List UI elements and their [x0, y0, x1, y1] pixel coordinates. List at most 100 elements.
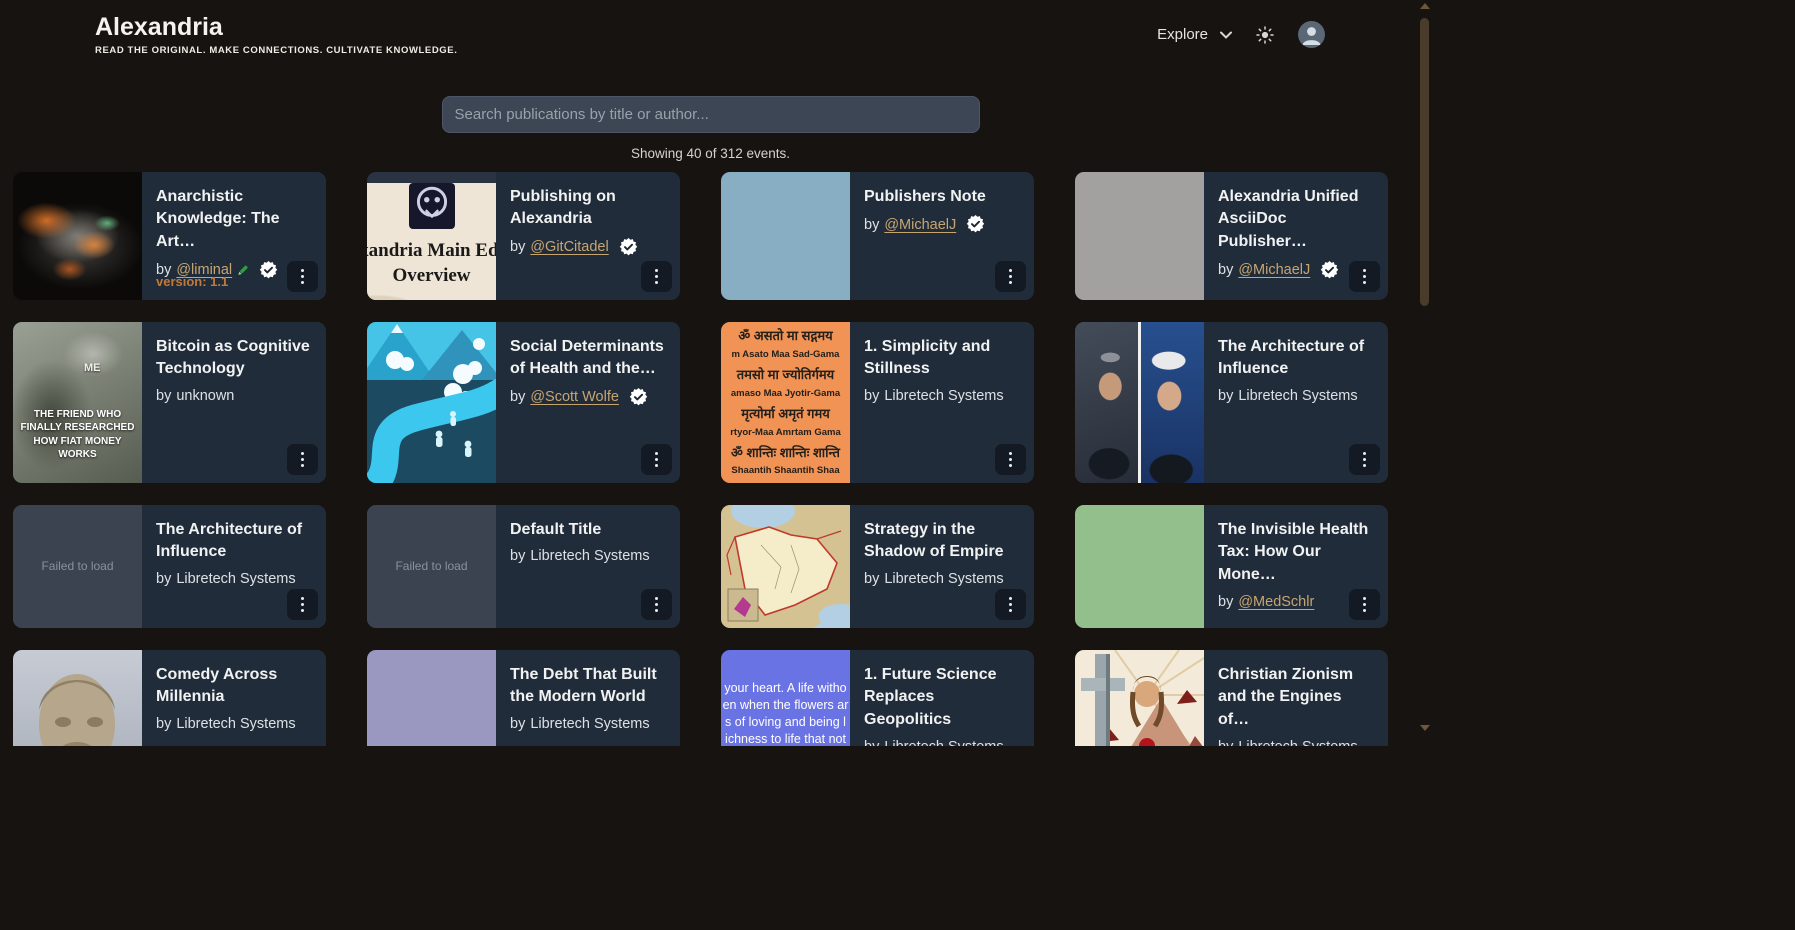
quote-line: en when the flowers ar: [721, 697, 850, 714]
menu-dot: [655, 597, 658, 600]
card-menu-button[interactable]: [287, 444, 318, 475]
publication-card-13[interactable]: Comedy Across Millennia by Libretech Sys…: [13, 650, 326, 747]
author-link[interactable]: @MichaelJ: [1238, 262, 1310, 278]
quote-line: s of loving and being l: [721, 714, 850, 731]
person-icon: [1298, 21, 1325, 48]
user-avatar[interactable]: [1298, 21, 1325, 48]
publication-thumbnail: xandria Main EdiOverview: [367, 172, 496, 300]
thumbnail-failed-placeholder: Failed to load: [13, 505, 142, 628]
publication-thumbnail: [1075, 172, 1204, 300]
publication-card-10[interactable]: Failed to load Default Title by Libretec…: [367, 505, 680, 628]
publication-title: Comedy Across Millennia: [156, 664, 312, 709]
verified-badge-icon: [966, 215, 985, 234]
publication-thumbnail: [367, 322, 496, 483]
publication-card-12[interactable]: The Invisible Health Tax: How Our Mone… …: [1075, 505, 1388, 628]
publication-title: Alexandria Unified AsciiDoc Publisher…: [1218, 186, 1374, 254]
road-illustration: [367, 322, 496, 483]
menu-dot: [301, 609, 304, 612]
results-count-text: Showing 40 of 312 events.: [0, 146, 1421, 161]
publication-card-4[interactable]: Alexandria Unified AsciiDoc Publisher… b…: [1075, 172, 1388, 300]
publication-card-body: Default Title by Libretech Systems: [496, 505, 680, 628]
author-link[interactable]: @GitCitadel: [530, 239, 608, 255]
card-menu-button[interactable]: [641, 444, 672, 475]
verified-badge-icon: [619, 238, 638, 257]
author-link[interactable]: @MichaelJ: [884, 217, 956, 233]
menu-dot: [1363, 275, 1366, 278]
menu-dot: [1363, 458, 1366, 461]
card-menu-button[interactable]: [1349, 444, 1380, 475]
mantra-line: rtyor-Maa Amrtam Gama: [721, 422, 850, 441]
mantra-line: m Asato Maa Sad-Gama: [721, 345, 850, 364]
publication-title: The Architecture of Influence: [156, 519, 312, 564]
publication-thumbnail: [367, 650, 496, 747]
scrollbar-thumb[interactable]: [1420, 18, 1429, 306]
publication-card-8[interactable]: The Architecture of Influence by Librete…: [1075, 322, 1388, 483]
publication-card-1[interactable]: Anarchistic Knowledge: The Art… by @limi…: [13, 172, 326, 300]
solid-color-thumbnail: [1075, 505, 1204, 628]
publication-thumbnail: [1075, 505, 1204, 628]
app-title: Alexandria: [95, 14, 457, 42]
author-text: Libretech Systems: [176, 571, 295, 587]
scrollbar-down-arrow-icon[interactable]: [1420, 725, 1430, 731]
meme-top-label: ME: [84, 362, 101, 374]
publication-title: The Invisible Health Tax: How Our Mone…: [1218, 519, 1374, 587]
card-menu-button[interactable]: [641, 261, 672, 292]
menu-dot: [1363, 464, 1366, 467]
menu-dot: [301, 458, 304, 461]
card-menu-button[interactable]: [287, 261, 318, 292]
menu-dot: [1363, 281, 1366, 284]
card-menu-button[interactable]: [1349, 589, 1380, 620]
publication-card-14[interactable]: The Debt That Built the Modern World by …: [367, 650, 680, 747]
mantra-line: मृत्योर्मा अमृतं गमय: [721, 403, 850, 422]
author-link[interactable]: @Scott Wolfe: [530, 389, 619, 405]
card-menu-button[interactable]: [641, 589, 672, 620]
author-link[interactable]: @MedSchlr: [1238, 594, 1314, 610]
publication-byline: by Libretech Systems: [864, 571, 1020, 587]
sun-icon: [1256, 26, 1274, 44]
byline-prefix: by: [1218, 262, 1233, 278]
menu-dot: [655, 603, 658, 606]
publication-byline: by @MichaelJ: [864, 215, 1020, 234]
byline-prefix: by: [510, 716, 525, 732]
author-text: Libretech Systems: [1238, 739, 1357, 746]
publication-title: Strategy in the Shadow of Empire: [864, 519, 1020, 564]
publication-card-16[interactable]: Christian Zionism and the Engines of… by…: [1075, 650, 1388, 747]
publication-card-6[interactable]: Social Determinants of Health and the… b…: [367, 322, 680, 483]
publication-card-3[interactable]: Publishers Note by @MichaelJ: [721, 172, 1034, 300]
publication-card-body: Alexandria Unified AsciiDoc Publisher… b…: [1204, 172, 1388, 300]
menu-dot: [301, 597, 304, 600]
explore-menu-button[interactable]: Explore: [1157, 26, 1232, 43]
publication-card-15[interactable]: your heart. A life withoen when the flow…: [721, 650, 1034, 747]
publication-card-body: The Debt That Built the Modern World by …: [496, 650, 680, 747]
menu-dot: [1009, 452, 1012, 455]
failed-to-load-text: Failed to load: [395, 559, 467, 573]
card-menu-button[interactable]: [995, 444, 1026, 475]
mantra-line: ॐ शान्तिः शान्तिः शान्ति: [721, 442, 850, 461]
card-menu-button[interactable]: [287, 589, 318, 620]
byline-prefix: by: [864, 739, 879, 746]
card-menu-button[interactable]: [1349, 261, 1380, 292]
header: Alexandria READ THE ORIGINAL. MAKE CONNE…: [0, 0, 1421, 56]
alexandria-cover-thumbnail: xandria Main EdiOverview: [367, 183, 496, 300]
publication-card-5[interactable]: METHE FRIEND WHOFINALLY RESEARCHEDHOW FI…: [13, 322, 326, 483]
publication-card-2[interactable]: xandria Main EdiOverview Publishing on A…: [367, 172, 680, 300]
publication-thumbnail: ॐ असतो मा सद्गमयm Asato Maa Sad-Gamaतमसो…: [721, 322, 850, 483]
quote-text-thumbnail: your heart. A life withoen when the flow…: [721, 650, 850, 747]
publication-byline: by Libretech Systems: [510, 548, 666, 564]
author-text: Libretech Systems: [530, 548, 649, 564]
publication-card-11[interactable]: Strategy in the Shadow of Empire by Libr…: [721, 505, 1034, 628]
publication-card-7[interactable]: ॐ असतो मा सद्गमयm Asato Maa Sad-Gamaतमसो…: [721, 322, 1034, 483]
publication-title: Christian Zionism and the Engines of…: [1218, 664, 1374, 732]
publication-card-9[interactable]: Failed to load The Architecture of Influ…: [13, 505, 326, 628]
scrollbar-up-arrow-icon[interactable]: [1420, 3, 1430, 9]
menu-dot: [655, 281, 658, 284]
theme-toggle-button[interactable]: [1256, 26, 1274, 44]
card-menu-button[interactable]: [995, 589, 1026, 620]
publication-byline: by Libretech Systems: [156, 716, 312, 732]
menu-dot: [655, 464, 658, 467]
byline-prefix: by: [510, 548, 525, 564]
solid-color-thumbnail: [1075, 172, 1204, 300]
verified-badge-icon: [629, 388, 648, 407]
card-menu-button[interactable]: [995, 261, 1026, 292]
search-input[interactable]: [442, 96, 980, 133]
